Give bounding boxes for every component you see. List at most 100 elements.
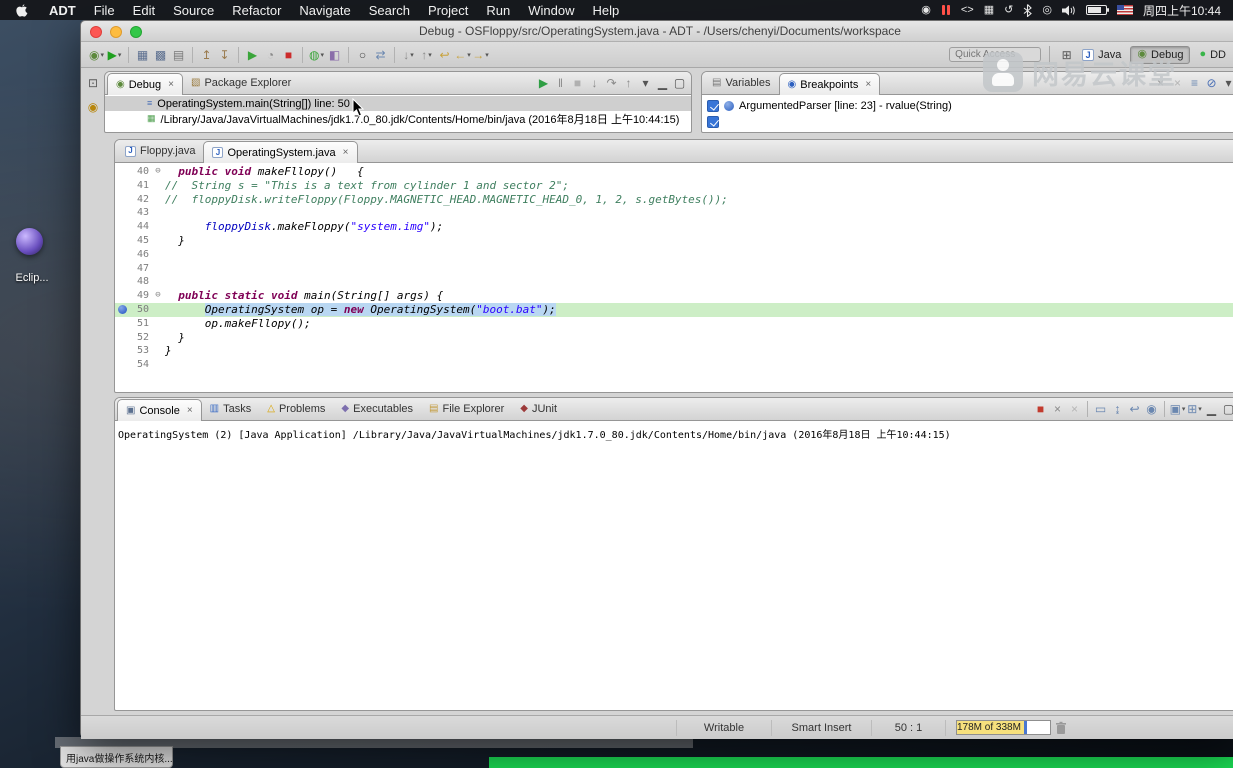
- step-return-icon[interactable]: ↑: [620, 74, 637, 93]
- annotation-ruler[interactable]: [115, 289, 129, 303]
- restore-view-icon[interactable]: ⊡: [85, 73, 102, 92]
- new-task-icon[interactable]: ◧: [326, 45, 343, 64]
- toggle-mark-occurrences-icon[interactable]: ⇄: [372, 45, 389, 64]
- code-line-43[interactable]: 43: [115, 206, 1233, 220]
- last-edit-location-icon[interactable]: ↩: [436, 45, 453, 64]
- garbage-collect-icon[interactable]: [1055, 721, 1067, 735]
- annotation-ruler[interactable]: [115, 165, 129, 179]
- annotation-ruler[interactable]: [115, 179, 129, 193]
- code-brackets-icon[interactable]: <>: [961, 4, 974, 16]
- time-machine-icon[interactable]: ↺: [1004, 4, 1013, 16]
- search-icon[interactable]: ○: [354, 45, 371, 64]
- clear-console-icon[interactable]: ▭: [1092, 400, 1109, 419]
- code-line-45[interactable]: 45 }: [115, 234, 1233, 248]
- skip-all-breakpoints-icon[interactable]: ⊘: [1203, 74, 1220, 93]
- minimize-icon[interactable]: ▁: [1203, 400, 1220, 419]
- annotation-ruler[interactable]: [115, 206, 129, 220]
- close-icon[interactable]: ×: [168, 79, 174, 90]
- run-last-icon[interactable]: ▶: [244, 45, 261, 64]
- view-menu-icon[interactable]: ▾: [637, 74, 654, 93]
- code-line-53[interactable]: 53}: [115, 344, 1233, 358]
- background-window-tab[interactable]: 用java做操作系统内核...: [60, 746, 173, 768]
- show-breakpoints-supported-icon[interactable]: ≡: [1186, 74, 1203, 93]
- word-wrap-icon[interactable]: ↩: [1126, 400, 1143, 419]
- menu-app-name[interactable]: ADT: [40, 3, 85, 18]
- breakpoint-row[interactable]: [707, 114, 1233, 130]
- heap-status-gauge[interactable]: 178M of 338M: [956, 720, 1051, 735]
- screen-record-icon[interactable]: ◉: [921, 4, 931, 16]
- code-line-41[interactable]: 41 // String s = "This is a text from cyl…: [115, 179, 1233, 193]
- next-annotation-icon[interactable]: ↓ ▾: [400, 45, 417, 64]
- breakpoint-checkbox[interactable]: [707, 116, 719, 128]
- remove-launch-icon[interactable]: ×: [1049, 400, 1066, 419]
- open-console-icon[interactable]: ⊞ ▾: [1186, 400, 1203, 419]
- code-line-42[interactable]: 42 // floppyDisk.writeFloppy(Floppy.MAGNE…: [115, 193, 1233, 207]
- stack-frame[interactable]: ≡ OperatingSystem.main(String[]) line: 50: [105, 96, 691, 111]
- annotation-ruler[interactable]: [115, 275, 129, 289]
- debug-view-shortcut-icon[interactable]: ◉: [85, 97, 102, 116]
- tab-junit[interactable]: ◆ JUnit: [512, 398, 565, 420]
- desktop-eclipse-icon[interactable]: [16, 228, 43, 255]
- annotation-ruler[interactable]: [115, 331, 129, 345]
- profile-icon[interactable]: ◔: [262, 45, 279, 64]
- menu-help[interactable]: Help: [584, 3, 629, 18]
- tab-executables[interactable]: ◆ Executables: [333, 398, 421, 420]
- code-line-52[interactable]: 52 }: [115, 331, 1233, 345]
- tab-variables[interactable]: ▤ Variables: [704, 72, 779, 94]
- apple-icon[interactable]: [16, 3, 28, 17]
- bluetooth-icon[interactable]: [1023, 3, 1033, 17]
- menu-edit[interactable]: Edit: [124, 3, 164, 18]
- display-selected-console-icon[interactable]: ▣ ▾: [1169, 400, 1186, 419]
- window-title-bar[interactable]: Debug - OSFloppy/src/OperatingSystem.jav…: [81, 21, 1233, 42]
- menu-refactor[interactable]: Refactor: [223, 3, 290, 18]
- menu-clock[interactable]: 周四上午10:44: [1143, 2, 1221, 19]
- menu-source[interactable]: Source: [164, 3, 223, 18]
- code-line-47[interactable]: 47: [115, 262, 1233, 276]
- code-line-44[interactable]: 44 floppyDisk.makeFloppy("system.img");: [115, 220, 1233, 234]
- console-output[interactable]: OperatingSystem (2) [Java Application] /…: [115, 421, 1233, 446]
- keyboard-icon[interactable]: ▦: [984, 4, 994, 16]
- code-line-40[interactable]: 40 ⊖ public void makeFllopy() {: [115, 165, 1233, 179]
- menu-project[interactable]: Project: [419, 3, 477, 18]
- maximize-icon[interactable]: ▢: [1220, 400, 1233, 419]
- new-wizard-icon[interactable]: ◍ ▾: [308, 45, 325, 64]
- import-icon[interactable]: ↧: [216, 45, 233, 64]
- step-into-icon[interactable]: ↓: [586, 74, 603, 93]
- annotation-ruler[interactable]: [115, 248, 129, 262]
- annotation-ruler[interactable]: [115, 317, 129, 331]
- breakpoint-marker-icon[interactable]: [117, 305, 127, 315]
- tab-tasks[interactable]: ▥ Tasks: [202, 398, 260, 420]
- fold-minus-icon[interactable]: ⊖: [151, 289, 165, 303]
- terminate-icon[interactable]: ■: [569, 74, 586, 93]
- editor-code-area[interactable]: 40 ⊖ public void makeFllopy() {41// Strin…: [115, 163, 1233, 372]
- forward-icon[interactable]: → ▾: [472, 45, 489, 64]
- minimize-icon[interactable]: ▁: [654, 74, 671, 93]
- maximize-icon[interactable]: ▢: [671, 74, 688, 93]
- display-icon[interactable]: ◎: [1042, 4, 1052, 16]
- suspend-icon[interactable]: ‖: [552, 74, 569, 93]
- code-line-48[interactable]: 48: [115, 275, 1233, 289]
- annotation-ruler[interactable]: [115, 262, 129, 276]
- terminate-icon[interactable]: ■: [1032, 400, 1049, 419]
- breakpoint-checkbox[interactable]: [707, 100, 719, 112]
- code-line-49[interactable]: 49 ⊖ public static void main(String[] arg…: [115, 289, 1233, 303]
- tab-floppy-java[interactable]: J Floppy.java: [117, 140, 203, 162]
- resume-icon[interactable]: ▶: [535, 74, 552, 93]
- annotation-ruler[interactable]: [115, 220, 129, 234]
- annotation-ruler[interactable]: [115, 358, 129, 372]
- debug-icon[interactable]: ◉ ▾: [88, 45, 105, 64]
- tab-operatingsystem-java[interactable]: J OperatingSystem.java ×: [203, 141, 358, 163]
- perspective-dd[interactable]: ● DD: [1193, 47, 1232, 63]
- save-all-icon[interactable]: ▩: [152, 45, 169, 64]
- annotation-ruler[interactable]: [115, 303, 129, 317]
- menu-window[interactable]: Window: [519, 3, 583, 18]
- tab-debug[interactable]: ◉ Debug ×: [107, 73, 183, 95]
- pause-icon[interactable]: [941, 5, 951, 15]
- minimize-window-button[interactable]: [110, 26, 122, 38]
- menu-navigate[interactable]: Navigate: [290, 3, 359, 18]
- stack-frame[interactable]: ▦/Library/Java/JavaVirtualMachines/jdk1.…: [105, 111, 691, 126]
- tab-breakpoints[interactable]: ◉ Breakpoints ×: [778, 73, 881, 95]
- close-icon[interactable]: ×: [343, 147, 349, 158]
- close-window-button[interactable]: [90, 26, 102, 38]
- terminate-icon[interactable]: ■: [280, 45, 297, 64]
